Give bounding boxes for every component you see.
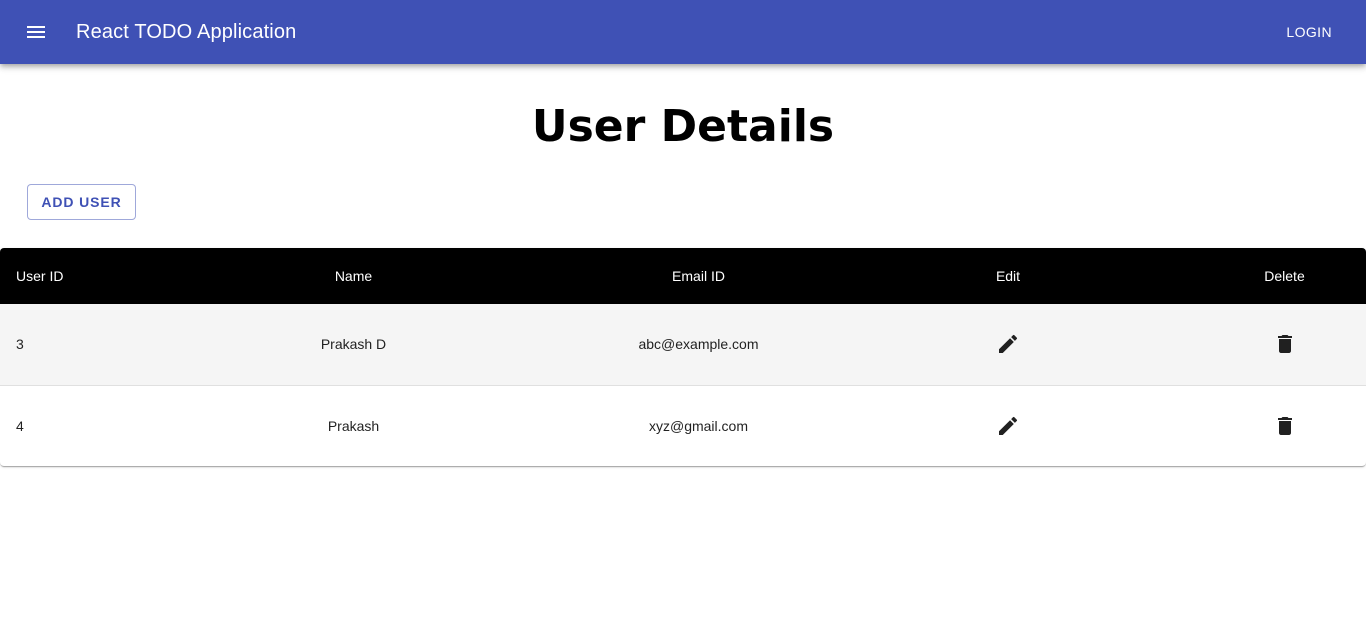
- pencil-icon: [999, 335, 1018, 354]
- app-title: React TODO Application: [76, 21, 297, 43]
- cell-name: Prakash D: [320, 336, 387, 353]
- delete-button[interactable]: [1261, 320, 1309, 368]
- menu-icon: [27, 26, 45, 38]
- trash-icon: [1277, 335, 1292, 354]
- cell-email: abc@example.com: [638, 336, 759, 353]
- cell-delete: [1203, 304, 1366, 385]
- header-user-id: User ID: [16, 268, 64, 284]
- edit-button[interactable]: [984, 320, 1032, 368]
- header-delete: Delete: [1264, 268, 1305, 284]
- pencil-icon: [999, 416, 1018, 435]
- cell-edit: [813, 385, 1203, 466]
- header-name: Name: [334, 268, 373, 284]
- header-edit: Edit: [995, 268, 1021, 284]
- cell-delete: [1203, 385, 1366, 466]
- login-button[interactable]: LOGIN: [1278, 14, 1340, 50]
- cell-name: Prakash: [327, 417, 380, 434]
- delete-button[interactable]: [1261, 402, 1309, 450]
- edit-button[interactable]: [984, 402, 1032, 450]
- table-row: 3 Prakash D abc@example.com: [0, 304, 1366, 385]
- header-email: Email ID: [672, 268, 725, 284]
- page-title: User Details: [531, 101, 835, 152]
- add-user-button[interactable]: ADD USER: [27, 184, 136, 220]
- cell-user-id: 4: [16, 417, 24, 434]
- menu-button[interactable]: [12, 8, 60, 56]
- table-row: 4 Prakash xyz@gmail.com: [0, 385, 1366, 466]
- users-table-container: User ID Name Email ID Edit Delete 3 Prak…: [0, 248, 1366, 466]
- cell-user-id: 3: [16, 336, 24, 353]
- table-header-row: User ID Name Email ID Edit Delete: [0, 248, 1366, 304]
- cell-email: xyz@gmail.com: [648, 417, 748, 434]
- cell-edit: [813, 304, 1203, 385]
- app-bar: React TODO Application LOGIN: [0, 0, 1366, 64]
- users-table: User ID Name Email ID Edit Delete 3 Prak…: [0, 248, 1366, 466]
- trash-icon: [1277, 416, 1292, 435]
